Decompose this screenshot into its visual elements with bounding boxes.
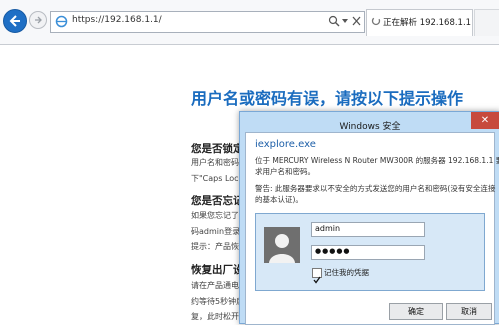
section-line: 提示：产品恢: [191, 242, 239, 251]
section-title-reset: 恢复出厂设: [191, 264, 244, 276]
dialog-body: iexplore.exe 位于 MERCURY Wireless N Route…: [245, 132, 499, 325]
cancel-button[interactable]: 取消: [446, 303, 492, 320]
remember-label: 记住我的凭据: [324, 268, 369, 277]
tab-title: 正在解析 192.168.1.1: [383, 18, 472, 28]
section-line: 码admin登录: [191, 227, 241, 236]
section-line: 请在产品通电: [191, 281, 239, 290]
user-avatar-icon: [264, 227, 300, 263]
username-input[interactable]: admin: [311, 222, 425, 237]
section-line: 复，此时松开: [191, 312, 239, 321]
credential-tile[interactable]: admin ●●●●● 记住我的凭据: [255, 213, 485, 291]
arrow-left-icon: [9, 15, 20, 27]
dialog-warning: 警告: 此服务器要求以不安全的方式发送您的用户名和密码(没有安全连接: [255, 184, 496, 193]
checkmark-icon: [313, 276, 321, 284]
page-heading: 用户名或密码有误，请按以下提示操作: [191, 89, 464, 108]
ie-page-icon: [55, 15, 68, 28]
new-tab-button[interactable]: [474, 9, 499, 36]
password-input[interactable]: ●●●●●: [311, 245, 425, 260]
exe-name: iexplore.exe: [255, 139, 316, 150]
section-line: 约等待5秒钟后: [191, 297, 245, 306]
ok-button[interactable]: 确定: [389, 303, 443, 320]
address-url: https://192.168.1.1/: [72, 15, 162, 25]
windows-security-dialog: Windows 安全 ✕ iexplore.exe 位于 MERCURY Wir…: [239, 111, 499, 325]
dialog-message: 求用户名和密码。: [255, 167, 315, 176]
dialog-title: Windows 安全: [339, 122, 401, 132]
password-mask: ●●●●●: [315, 247, 351, 255]
section-title-forgot: 您是否忘记: [191, 195, 244, 207]
remember-checkbox[interactable]: [312, 268, 322, 284]
close-icon[interactable]: [351, 15, 362, 27]
arrow-right-icon: [35, 16, 42, 24]
dialog-close-button[interactable]: ✕: [471, 112, 499, 129]
section-line: 如果您忘记了: [191, 211, 239, 220]
section-title-locked: 您是否锁定: [191, 143, 244, 155]
address-bar[interactable]: https://192.168.1.1/: [50, 11, 365, 33]
search-icon[interactable]: [328, 15, 340, 27]
username-value: admin: [315, 224, 341, 233]
tab-current[interactable]: 正在解析 192.168.1.1: [366, 9, 473, 36]
dialog-message: 位于 MERCURY Wireless N Router MW300R 的服务器…: [255, 156, 499, 165]
section-line: 用户名和密码: [191, 158, 239, 167]
dialog-warning: 的基本认证)。: [255, 195, 303, 204]
chevron-down-icon[interactable]: [341, 17, 349, 25]
back-button[interactable]: [3, 9, 27, 33]
loading-icon: [371, 16, 381, 26]
forward-button[interactable]: [29, 11, 47, 29]
section-line: 下"Caps Lock: [191, 174, 244, 183]
